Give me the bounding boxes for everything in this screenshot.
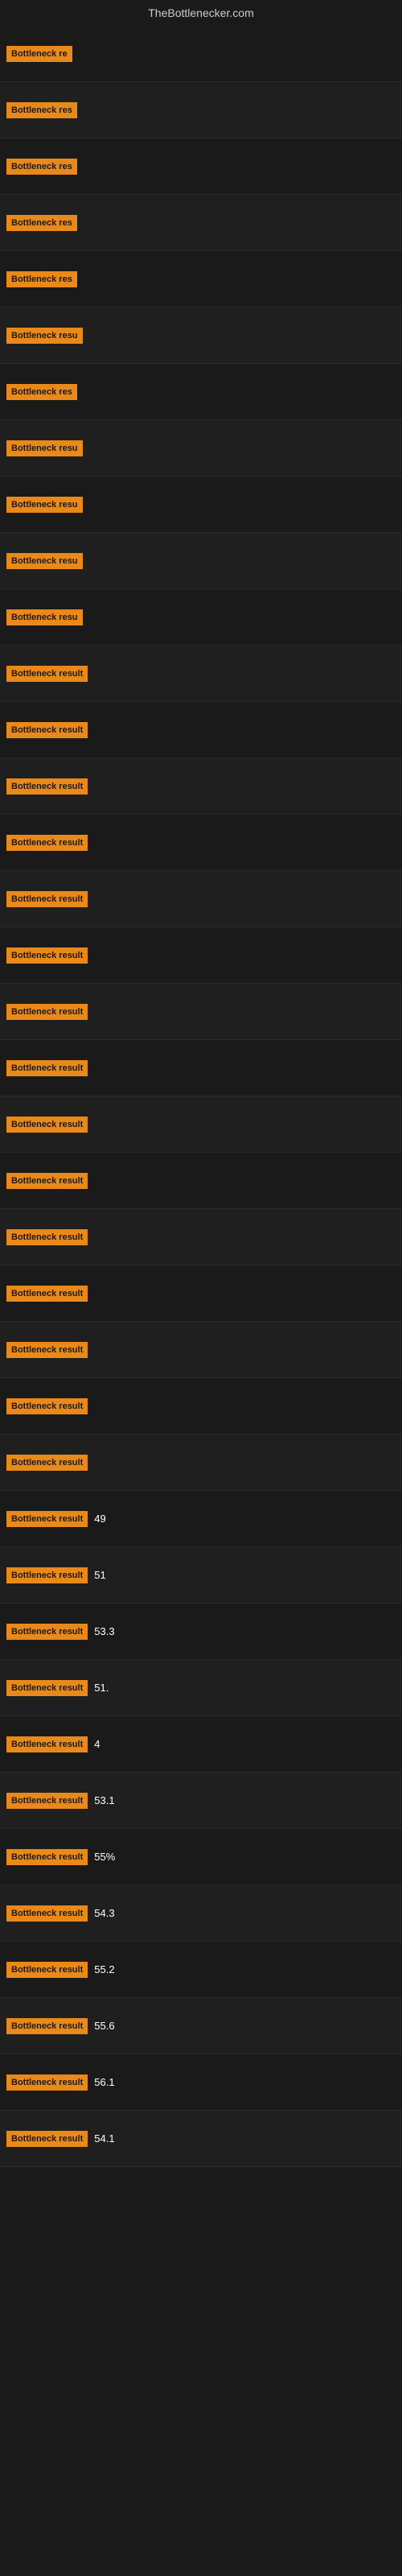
table-row: Bottleneck result 53.1 <box>0 1773 402 1829</box>
table-row: Bottleneck result <box>0 1096 402 1153</box>
bottleneck-value: 55.2 <box>94 1963 114 1975</box>
bottleneck-value: 51 <box>94 1569 105 1581</box>
table-row: Bottleneck resu <box>0 308 402 364</box>
bottleneck-label: Bottleneck result <box>6 1342 88 1358</box>
bottleneck-value: 54.3 <box>94 1907 114 1919</box>
bottleneck-label: Bottleneck res <box>6 384 77 400</box>
bottleneck-value: 54.1 <box>94 2132 114 2145</box>
bottleneck-label: Bottleneck result <box>6 1398 88 1414</box>
bottleneck-value: 53.3 <box>94 1625 114 1637</box>
bottleneck-label: Bottleneck res <box>6 159 77 175</box>
table-row: Bottleneck result <box>0 927 402 984</box>
table-row: Bottleneck res <box>0 195 402 251</box>
bottleneck-label: Bottleneck result <box>6 2131 88 2147</box>
bottleneck-label: Bottleneck resu <box>6 328 83 344</box>
table-row: Bottleneck result 49 <box>0 1491 402 1547</box>
table-row: Bottleneck re <box>0 26 402 82</box>
table-row: Bottleneck result <box>0 1322 402 1378</box>
bottleneck-label: Bottleneck result <box>6 1060 88 1076</box>
table-row: Bottleneck result 55.6 <box>0 1998 402 2054</box>
table-row: Bottleneck result 55% <box>0 1829 402 1885</box>
bottleneck-value: 55.6 <box>94 2020 114 2032</box>
table-row: Bottleneck res <box>0 251 402 308</box>
bottleneck-label: Bottleneck result <box>6 1567 88 1583</box>
bottleneck-label: Bottleneck result <box>6 1004 88 1020</box>
bottleneck-label: Bottleneck resu <box>6 440 83 456</box>
table-row: Bottleneck result <box>0 1153 402 1209</box>
bottleneck-label: Bottleneck result <box>6 835 88 851</box>
bottleneck-label: Bottleneck result <box>6 1117 88 1133</box>
table-row: Bottleneck result <box>0 871 402 927</box>
bottleneck-label: Bottleneck result <box>6 2018 88 2034</box>
table-row: Bottleneck result <box>0 646 402 702</box>
bottleneck-label: Bottleneck res <box>6 271 77 287</box>
table-row: Bottleneck result <box>0 1040 402 1096</box>
bottleneck-value: 55% <box>94 1851 115 1863</box>
bottleneck-label: Bottleneck res <box>6 102 77 118</box>
table-row: Bottleneck resu <box>0 589 402 646</box>
bottleneck-label: Bottleneck result <box>6 1624 88 1640</box>
bottleneck-label: Bottleneck res <box>6 215 77 231</box>
site-title: TheBottlenecker.com <box>0 0 402 26</box>
bottleneck-value: 51. <box>94 1682 109 1694</box>
bottleneck-label: Bottleneck result <box>6 2074 88 2091</box>
table-row: Bottleneck res <box>0 138 402 195</box>
bottleneck-label: Bottleneck re <box>6 46 72 62</box>
bottleneck-label: Bottleneck result <box>6 1286 88 1302</box>
bottleneck-label: Bottleneck resu <box>6 553 83 569</box>
table-row: Bottleneck result 55.2 <box>0 1942 402 1998</box>
table-row: Bottleneck res <box>0 364 402 420</box>
table-row: Bottleneck result 53.3 <box>0 1604 402 1660</box>
bottleneck-value: 4 <box>94 1738 100 1750</box>
bottleneck-label: Bottleneck resu <box>6 609 83 625</box>
table-row: Bottleneck resu <box>0 533 402 589</box>
table-row: Bottleneck result 51. <box>0 1660 402 1716</box>
table-row: Bottleneck result <box>0 702 402 758</box>
bottleneck-label: Bottleneck result <box>6 666 88 682</box>
table-row: Bottleneck result 4 <box>0 1716 402 1773</box>
table-row: Bottleneck result 51 <box>0 1547 402 1604</box>
bottleneck-label: Bottleneck result <box>6 1680 88 1696</box>
table-row: Bottleneck result <box>0 1378 402 1435</box>
table-row: Bottleneck result <box>0 758 402 815</box>
bottleneck-label: Bottleneck result <box>6 947 88 964</box>
bottleneck-label: Bottleneck result <box>6 778 88 795</box>
table-row: Bottleneck result 56.1 <box>0 2054 402 2111</box>
bottleneck-label: Bottleneck result <box>6 1173 88 1189</box>
bottleneck-value: 53.1 <box>94 1794 114 1806</box>
page-container: TheBottlenecker.com Bottleneck reBottlen… <box>0 0 402 2167</box>
bottleneck-label: Bottleneck result <box>6 891 88 907</box>
table-row: Bottleneck res <box>0 82 402 138</box>
bottleneck-value: 49 <box>94 1513 105 1525</box>
bottleneck-label: Bottleneck result <box>6 1229 88 1245</box>
table-row: Bottleneck resu <box>0 420 402 477</box>
table-row: Bottleneck result 54.1 <box>0 2111 402 2167</box>
table-row: Bottleneck result <box>0 815 402 871</box>
bottleneck-value: 56.1 <box>94 2076 114 2088</box>
bottleneck-label: Bottleneck resu <box>6 497 83 513</box>
rows-container: Bottleneck re Bottleneck res Bottleneck re… <box>0 26 402 2167</box>
table-row: Bottleneck resu <box>0 477 402 533</box>
bottleneck-label: Bottleneck result <box>6 1905 88 1922</box>
bottleneck-label: Bottleneck result <box>6 1736 88 1752</box>
bottleneck-label: Bottleneck result <box>6 1849 88 1865</box>
bottleneck-label: Bottleneck result <box>6 1793 88 1809</box>
table-row: Bottleneck result <box>0 1209 402 1265</box>
table-row: Bottleneck result <box>0 1435 402 1491</box>
bottleneck-label: Bottleneck result <box>6 1962 88 1978</box>
table-row: Bottleneck result <box>0 984 402 1040</box>
table-row: Bottleneck result 54.3 <box>0 1885 402 1942</box>
bottleneck-label: Bottleneck result <box>6 722 88 738</box>
bottleneck-label: Bottleneck result <box>6 1455 88 1471</box>
bottleneck-label: Bottleneck result <box>6 1511 88 1527</box>
table-row: Bottleneck result <box>0 1265 402 1322</box>
